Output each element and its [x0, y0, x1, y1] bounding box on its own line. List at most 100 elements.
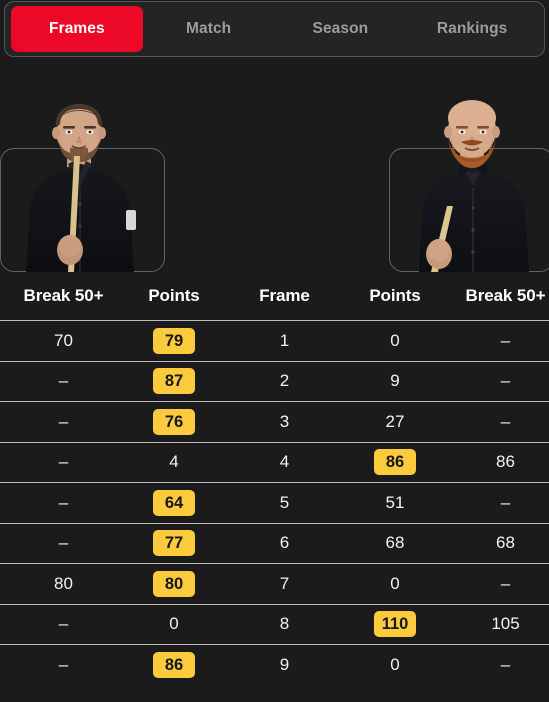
- cell-frame-value: 9: [279, 654, 290, 674]
- player-photo-left: [0, 98, 165, 272]
- players-section: [0, 60, 549, 272]
- frames-scoreboard-screen: Frames Match Season Rankings Break 50+ P…: [0, 0, 549, 702]
- header-frame: Frame: [259, 286, 310, 305]
- cell-right-break-value: 86: [496, 452, 515, 472]
- cell-left-break-value: –: [58, 411, 69, 431]
- cell-right-points: 51: [341, 483, 449, 523]
- cell-frame: 2: [228, 362, 341, 402]
- cell-right-break: –: [449, 483, 549, 523]
- table-row[interactable]: – 77 6 68 68: [0, 522, 549, 564]
- cell-right-break-value: –: [500, 330, 511, 350]
- cell-right-break: 86: [449, 443, 549, 483]
- cell-frame: 9: [228, 645, 341, 685]
- cell-left-break-value: –: [58, 614, 69, 634]
- cell-right-points: 27: [341, 402, 449, 442]
- cell-right-points-value: 0: [390, 573, 400, 593]
- tab-frames[interactable]: Frames: [11, 6, 143, 52]
- table-row[interactable]: – 0 8 110 105: [0, 603, 549, 645]
- cell-left-points: 4: [120, 443, 228, 483]
- cell-right-points-value: 27: [385, 411, 405, 431]
- cell-right-points: 0: [341, 321, 449, 361]
- cell-left-break: 70: [7, 321, 120, 361]
- cell-frame-value: 1: [279, 330, 290, 350]
- cell-frame-value: 8: [279, 614, 290, 634]
- cell-right-points-badge: 110: [374, 611, 416, 638]
- cell-left-points-badge: 76: [153, 408, 195, 435]
- cell-left-break: –: [7, 362, 120, 402]
- cell-right-break-value: –: [500, 573, 511, 593]
- cell-frame-value: 7: [279, 573, 290, 593]
- cell-left-break: –: [7, 483, 120, 523]
- cell-left-break: –: [7, 524, 120, 564]
- table-row[interactable]: – 86 9 0 –: [0, 644, 549, 685]
- cell-right-points: 110: [341, 605, 449, 645]
- cell-right-points-value: 51: [385, 492, 405, 512]
- cell-left-break-value: –: [58, 654, 69, 674]
- cell-left-points: 87: [120, 362, 228, 402]
- cell-left-break-value: 80: [54, 573, 73, 593]
- cell-frame-value: 2: [279, 371, 290, 391]
- cell-left-break: 80: [7, 564, 120, 604]
- cell-left-break-value: 70: [54, 330, 73, 350]
- cell-left-points: 0: [120, 605, 228, 645]
- table-row[interactable]: 70 79 1 0 –: [0, 320, 549, 361]
- cell-left-points-value: 4: [169, 452, 179, 472]
- cell-left-points: 77: [120, 524, 228, 564]
- cell-right-points: 68: [341, 524, 449, 564]
- cell-right-points-badge: 86: [374, 449, 416, 476]
- cell-right-points: 9: [341, 362, 449, 402]
- cell-left-break: –: [7, 605, 120, 645]
- cell-left-points: 86: [120, 645, 228, 685]
- player-left[interactable]: [0, 98, 165, 272]
- cell-frame: 4: [228, 443, 341, 483]
- cell-left-points-badge: 64: [153, 489, 195, 516]
- tab-rankings[interactable]: Rankings: [406, 6, 538, 52]
- tab-rankings-label: Rankings: [436, 20, 508, 37]
- header-left-points: Points: [148, 286, 200, 305]
- cell-left-points: 79: [120, 321, 228, 361]
- header-right-break: Break 50+: [465, 286, 546, 305]
- cell-frame: 8: [228, 605, 341, 645]
- table-body: 70 79 1 0– –87 2 9– –76 3 27– –4 4 86 86–64 5 51– –77 6 68…: [0, 320, 549, 685]
- cell-right-points-value: 68: [385, 533, 405, 553]
- cell-right-break: –: [449, 321, 549, 361]
- table-row[interactable]: – 76 3 27 –: [0, 401, 549, 442]
- cell-left-points-badge: 86: [153, 651, 195, 678]
- cell-right-break-value: 105: [491, 614, 520, 634]
- cell-left-points-badge: 80: [153, 570, 195, 597]
- tab-bar: Frames Match Season Rankings: [4, 1, 545, 57]
- tab-match[interactable]: Match: [143, 6, 275, 52]
- cell-frame-value: 5: [279, 492, 290, 512]
- header-left-break: Break 50+: [23, 286, 104, 305]
- table-row[interactable]: – 64 5 51 –: [0, 482, 549, 523]
- cell-right-points: 86: [341, 443, 449, 483]
- header-right-points: Points: [369, 286, 421, 305]
- tab-match-label: Match: [185, 20, 232, 37]
- table-row[interactable]: – 4 4 86 86: [0, 441, 549, 483]
- cell-right-break: 105: [449, 605, 549, 645]
- cell-left-points: 80: [120, 564, 228, 604]
- cell-left-break: –: [7, 402, 120, 442]
- table-row[interactable]: – 87 2 9 –: [0, 360, 549, 402]
- cell-frame-value: 3: [279, 411, 290, 431]
- player-right[interactable]: [389, 98, 549, 272]
- cell-right-points: 0: [341, 645, 449, 685]
- cell-left-points: 64: [120, 483, 228, 523]
- cell-right-points-value: 0: [390, 654, 400, 674]
- tab-season-label: Season: [312, 20, 369, 37]
- cell-left-break-value: –: [58, 533, 69, 553]
- cell-right-break: –: [449, 362, 549, 402]
- table-row[interactable]: 80 80 7 0 –: [0, 563, 549, 604]
- cell-right-break: –: [449, 402, 549, 442]
- cell-right-break: –: [449, 645, 549, 685]
- cell-right-break-value: –: [500, 371, 511, 391]
- cell-frame: 7: [228, 564, 341, 604]
- cell-left-points-badge: 77: [153, 530, 195, 557]
- cell-frame-value: 6: [279, 533, 290, 553]
- cell-left-break: –: [7, 645, 120, 685]
- cell-right-break-value: –: [500, 492, 511, 512]
- player-photo-right: [389, 98, 549, 272]
- cell-left-break: –: [7, 443, 120, 483]
- tab-season[interactable]: Season: [275, 6, 407, 52]
- cell-left-points-badge: 87: [153, 368, 195, 395]
